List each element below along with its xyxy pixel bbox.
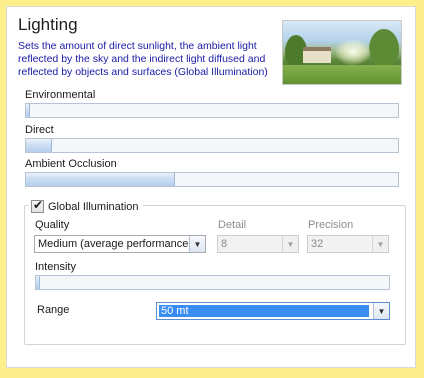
direct-slider[interactable] [25,138,399,153]
chevron-down-icon[interactable]: ▼ [372,236,388,252]
intensity-slider[interactable] [35,275,390,290]
ambient-occlusion-slider[interactable] [25,172,399,187]
precision-value: 32 [311,238,324,250]
environmental-slider[interactable] [25,103,399,118]
quality-value: Medium (average performance) [38,238,193,250]
intensity-slider-fill [36,276,40,289]
ambient-occlusion-label: Ambient Occlusion [25,158,117,170]
preview-house [303,47,331,63]
environmental-slider-fill [26,104,30,117]
panel-description: Sets the amount of direct sunlight, the … [18,40,268,78]
chevron-down-icon[interactable]: ▼ [282,236,298,252]
chevron-down-icon[interactable]: ▼ [189,236,205,252]
environmental-label: Environmental [25,89,96,101]
quality-dropdown[interactable]: Medium (average performance) ▼ [34,235,206,253]
lighting-panel: Lighting Sets the amount of direct sunli… [6,6,416,368]
panel-title: Lighting [18,15,78,34]
preview-lawn [283,65,401,84]
range-label: Range [37,304,70,316]
direct-slider-fill [26,139,53,152]
intensity-label: Intensity [35,261,76,273]
global-illumination-toggle[interactable]: ✔ Global Illumination [29,198,143,215]
detail-value: 8 [221,238,228,250]
preview-tree [369,29,399,69]
global-illumination-label: Global Illumination [48,200,139,213]
preview-sun-glow [335,39,371,65]
chevron-down-icon[interactable]: ▼ [373,303,389,319]
ambient-occlusion-slider-fill [26,173,175,186]
range-dropdown[interactable]: 50 mt ▼ [156,302,390,320]
range-value: 50 mt [159,305,369,317]
lighting-preview-image [282,20,402,85]
detail-dropdown[interactable]: 8 ▼ [217,235,299,253]
precision-label: Precision [308,219,354,231]
quality-label: Quality [35,219,70,231]
direct-label: Direct [25,124,54,136]
precision-dropdown[interactable]: 32 ▼ [307,235,389,253]
global-illumination-checkbox[interactable]: ✔ [31,198,44,213]
checkmark-icon: ✔ [33,198,44,212]
detail-label: Detail [218,219,247,231]
